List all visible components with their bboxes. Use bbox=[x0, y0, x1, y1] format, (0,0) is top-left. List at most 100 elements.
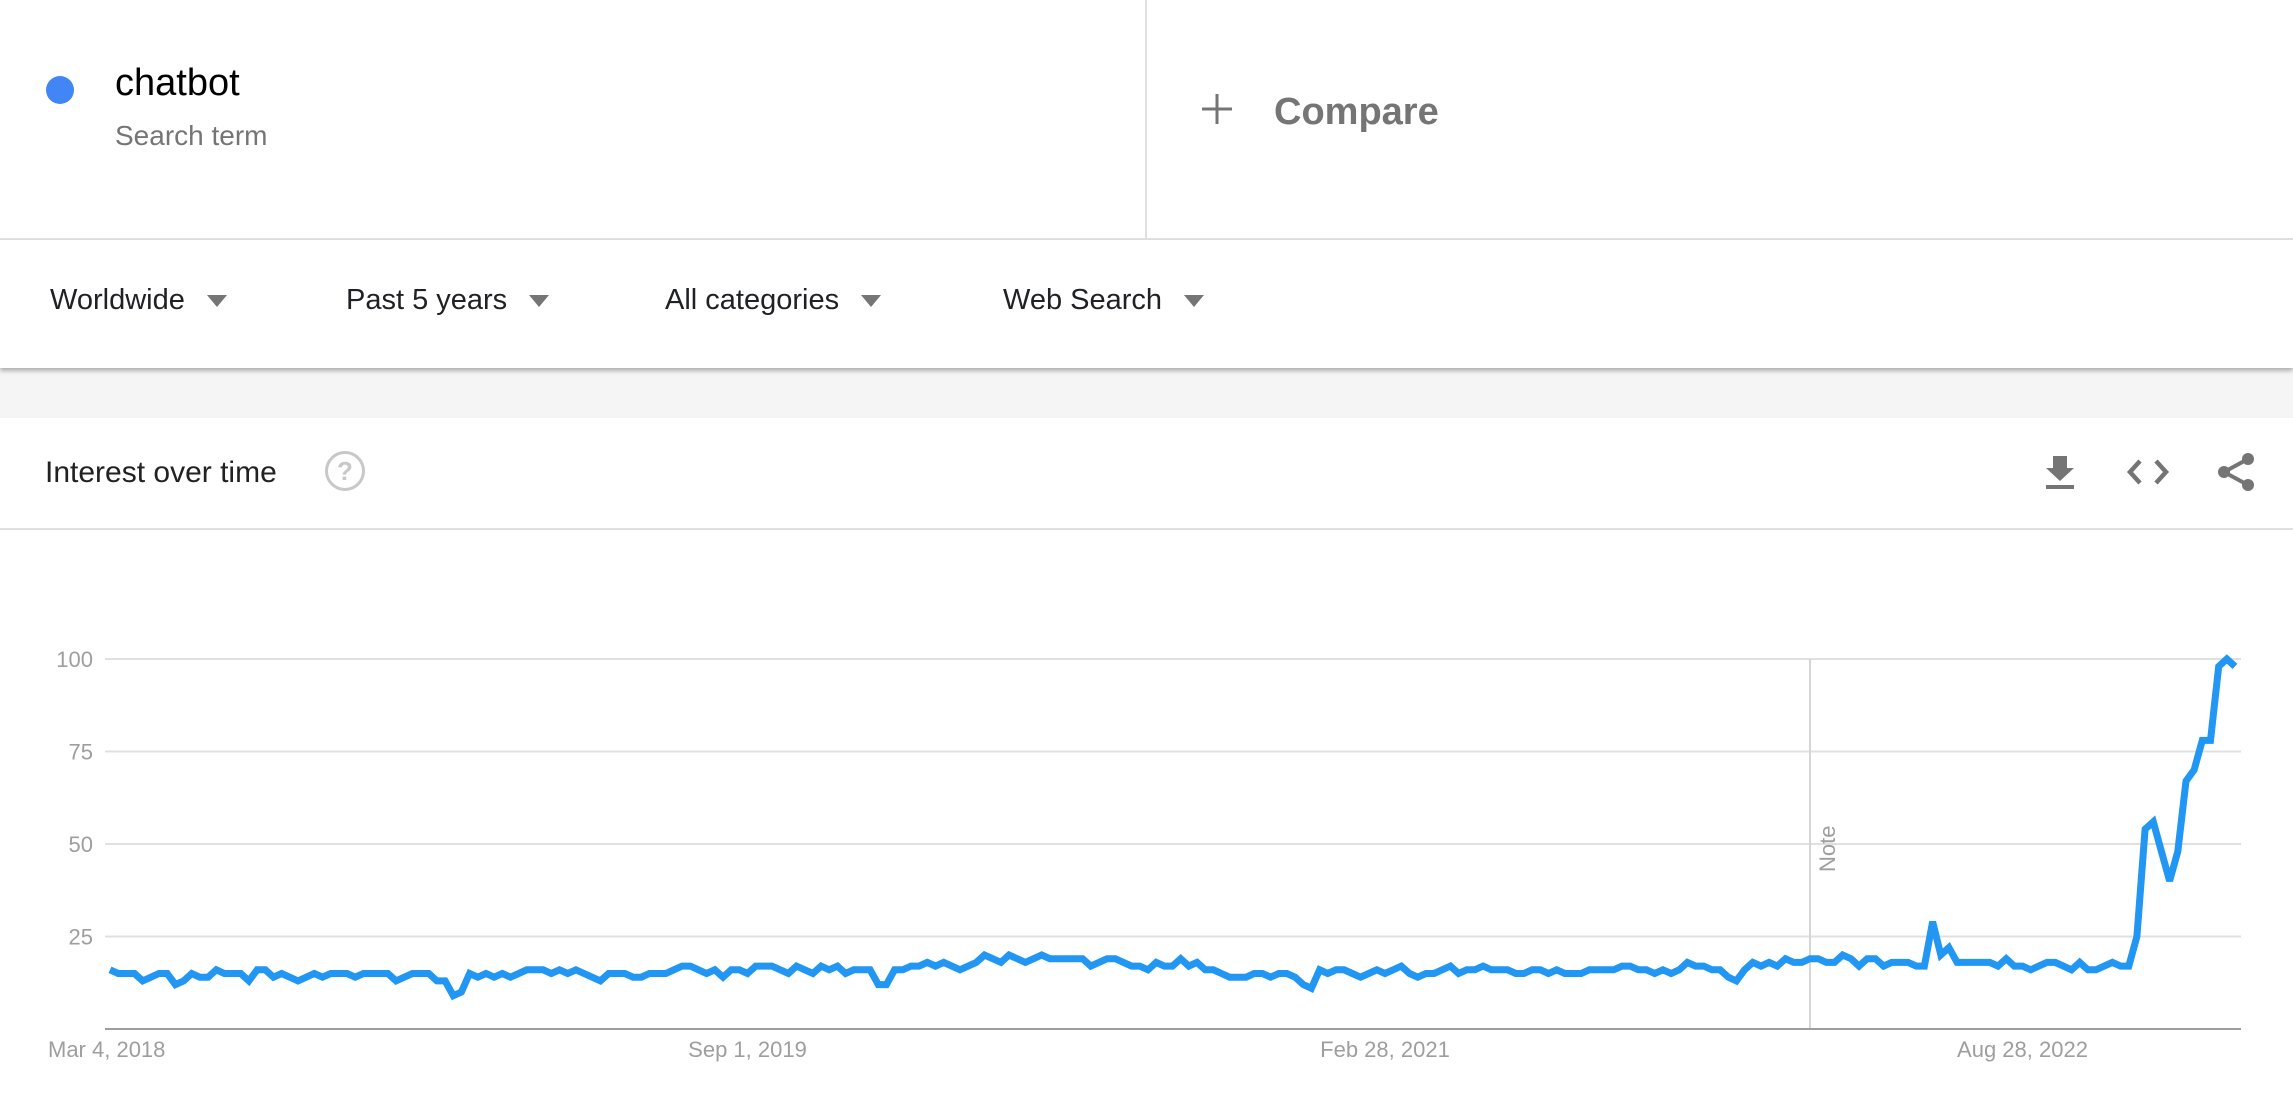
data-point[interactable] bbox=[1366, 971, 1372, 977]
data-point[interactable] bbox=[115, 971, 121, 977]
data-point[interactable] bbox=[385, 971, 391, 977]
data-point[interactable] bbox=[1676, 967, 1682, 973]
data-point[interactable] bbox=[1791, 959, 1797, 965]
data-point[interactable] bbox=[973, 959, 979, 965]
data-point[interactable] bbox=[287, 974, 293, 980]
data-point[interactable] bbox=[1521, 971, 1527, 977]
data-point[interactable] bbox=[1717, 967, 1723, 973]
data-point[interactable] bbox=[557, 967, 563, 973]
data-point[interactable] bbox=[1161, 963, 1167, 969]
data-point[interactable] bbox=[916, 963, 922, 969]
data-point[interactable] bbox=[213, 967, 219, 973]
data-point[interactable] bbox=[687, 963, 693, 969]
data-point[interactable] bbox=[1112, 956, 1118, 962]
note-label[interactable]: Note bbox=[1815, 826, 1840, 872]
data-point[interactable] bbox=[1603, 967, 1609, 973]
data-point[interactable] bbox=[181, 978, 187, 984]
data-point[interactable] bbox=[1505, 967, 1511, 973]
data-point[interactable] bbox=[998, 959, 1004, 965]
data-point[interactable] bbox=[1055, 956, 1061, 962]
data-point[interactable] bbox=[1815, 956, 1821, 962]
data-point[interactable] bbox=[1840, 952, 1846, 958]
data-point[interactable] bbox=[516, 971, 522, 977]
data-point[interactable] bbox=[1725, 974, 1731, 980]
data-point[interactable] bbox=[2183, 778, 2189, 784]
data-point[interactable] bbox=[1415, 974, 1421, 980]
data-point[interactable] bbox=[1537, 967, 1543, 973]
data-point[interactable] bbox=[2085, 967, 2091, 973]
data-point[interactable] bbox=[2101, 963, 2107, 969]
data-point[interactable] bbox=[1946, 945, 1952, 951]
data-point[interactable] bbox=[1022, 959, 1028, 965]
data-point[interactable] bbox=[696, 967, 702, 973]
data-point[interactable] bbox=[1995, 963, 2001, 969]
data-point[interactable] bbox=[736, 967, 742, 973]
data-point[interactable] bbox=[565, 971, 571, 977]
data-point[interactable] bbox=[1014, 956, 1020, 962]
data-point[interactable] bbox=[1145, 967, 1151, 973]
data-point[interactable] bbox=[1080, 956, 1086, 962]
filter-search-type-dropdown[interactable]: Web Search bbox=[1003, 286, 1205, 315]
data-point[interactable] bbox=[1930, 919, 1936, 925]
data-point[interactable] bbox=[1439, 967, 1445, 973]
data-point[interactable] bbox=[2158, 848, 2164, 854]
data-point[interactable] bbox=[344, 971, 350, 977]
data-point[interactable] bbox=[2167, 878, 2173, 884]
data-point[interactable] bbox=[2199, 737, 2205, 743]
data-point[interactable] bbox=[2224, 656, 2230, 662]
data-point[interactable] bbox=[671, 967, 677, 973]
data-point[interactable] bbox=[1268, 974, 1274, 980]
data-point[interactable] bbox=[1219, 971, 1225, 977]
data-point[interactable] bbox=[524, 967, 530, 973]
data-point[interactable] bbox=[851, 967, 857, 973]
data-point[interactable] bbox=[246, 978, 252, 984]
line-chart-svg[interactable]: 25 50 75 100 Note Mar 4, 2018 Sep 1, 2019 Feb… bbox=[0, 530, 2293, 1120]
data-point[interactable] bbox=[442, 978, 448, 984]
data-point[interactable] bbox=[957, 967, 963, 973]
data-point[interactable] bbox=[1750, 959, 1756, 965]
data-point[interactable] bbox=[630, 974, 636, 980]
data-point[interactable] bbox=[1766, 959, 1772, 965]
data-point[interactable] bbox=[1276, 971, 1282, 977]
data-point[interactable] bbox=[1088, 963, 1094, 969]
data-point[interactable] bbox=[295, 978, 301, 984]
data-point[interactable] bbox=[1652, 971, 1658, 977]
data-point[interactable] bbox=[1578, 971, 1584, 977]
series-line-chatbot[interactable] bbox=[108, 654, 2238, 1001]
data-point[interactable] bbox=[164, 971, 170, 977]
data-point[interactable] bbox=[2020, 963, 2026, 969]
filter-time-range-dropdown[interactable]: Past 5 years bbox=[346, 286, 550, 315]
data-point[interactable] bbox=[1905, 959, 1911, 965]
data-point[interactable] bbox=[254, 967, 260, 973]
data-point[interactable] bbox=[2044, 959, 2050, 965]
data-point[interactable] bbox=[107, 967, 113, 973]
data-point[interactable] bbox=[597, 978, 603, 984]
data-point[interactable] bbox=[2208, 737, 2214, 743]
data-point[interactable] bbox=[1971, 959, 1977, 965]
data-point[interactable] bbox=[2028, 967, 2034, 973]
data-point[interactable] bbox=[1954, 959, 1960, 965]
data-point[interactable] bbox=[1407, 971, 1413, 977]
data-point[interactable] bbox=[924, 959, 930, 965]
data-point[interactable] bbox=[1178, 956, 1184, 962]
data-point[interactable] bbox=[2060, 963, 2066, 969]
data-point[interactable] bbox=[1480, 963, 1486, 969]
data-point[interactable] bbox=[2011, 963, 2017, 969]
data-point[interactable] bbox=[965, 963, 971, 969]
data-point[interactable] bbox=[982, 952, 988, 958]
share-icon[interactable] bbox=[2212, 448, 2260, 496]
data-point[interactable] bbox=[499, 971, 505, 977]
data-point[interactable] bbox=[2191, 767, 2197, 773]
data-point[interactable] bbox=[704, 971, 710, 977]
data-point[interactable] bbox=[1856, 963, 1862, 969]
data-point[interactable] bbox=[189, 971, 195, 977]
data-point[interactable] bbox=[1202, 967, 1208, 973]
data-point[interactable] bbox=[1464, 967, 1470, 973]
data-point[interactable] bbox=[197, 974, 203, 980]
data-point[interactable] bbox=[761, 963, 767, 969]
data-point[interactable] bbox=[336, 971, 342, 977]
data-point[interactable] bbox=[1317, 967, 1323, 973]
data-point[interactable] bbox=[1554, 967, 1560, 973]
data-point[interactable] bbox=[1668, 971, 1674, 977]
data-point[interactable] bbox=[1701, 963, 1707, 969]
